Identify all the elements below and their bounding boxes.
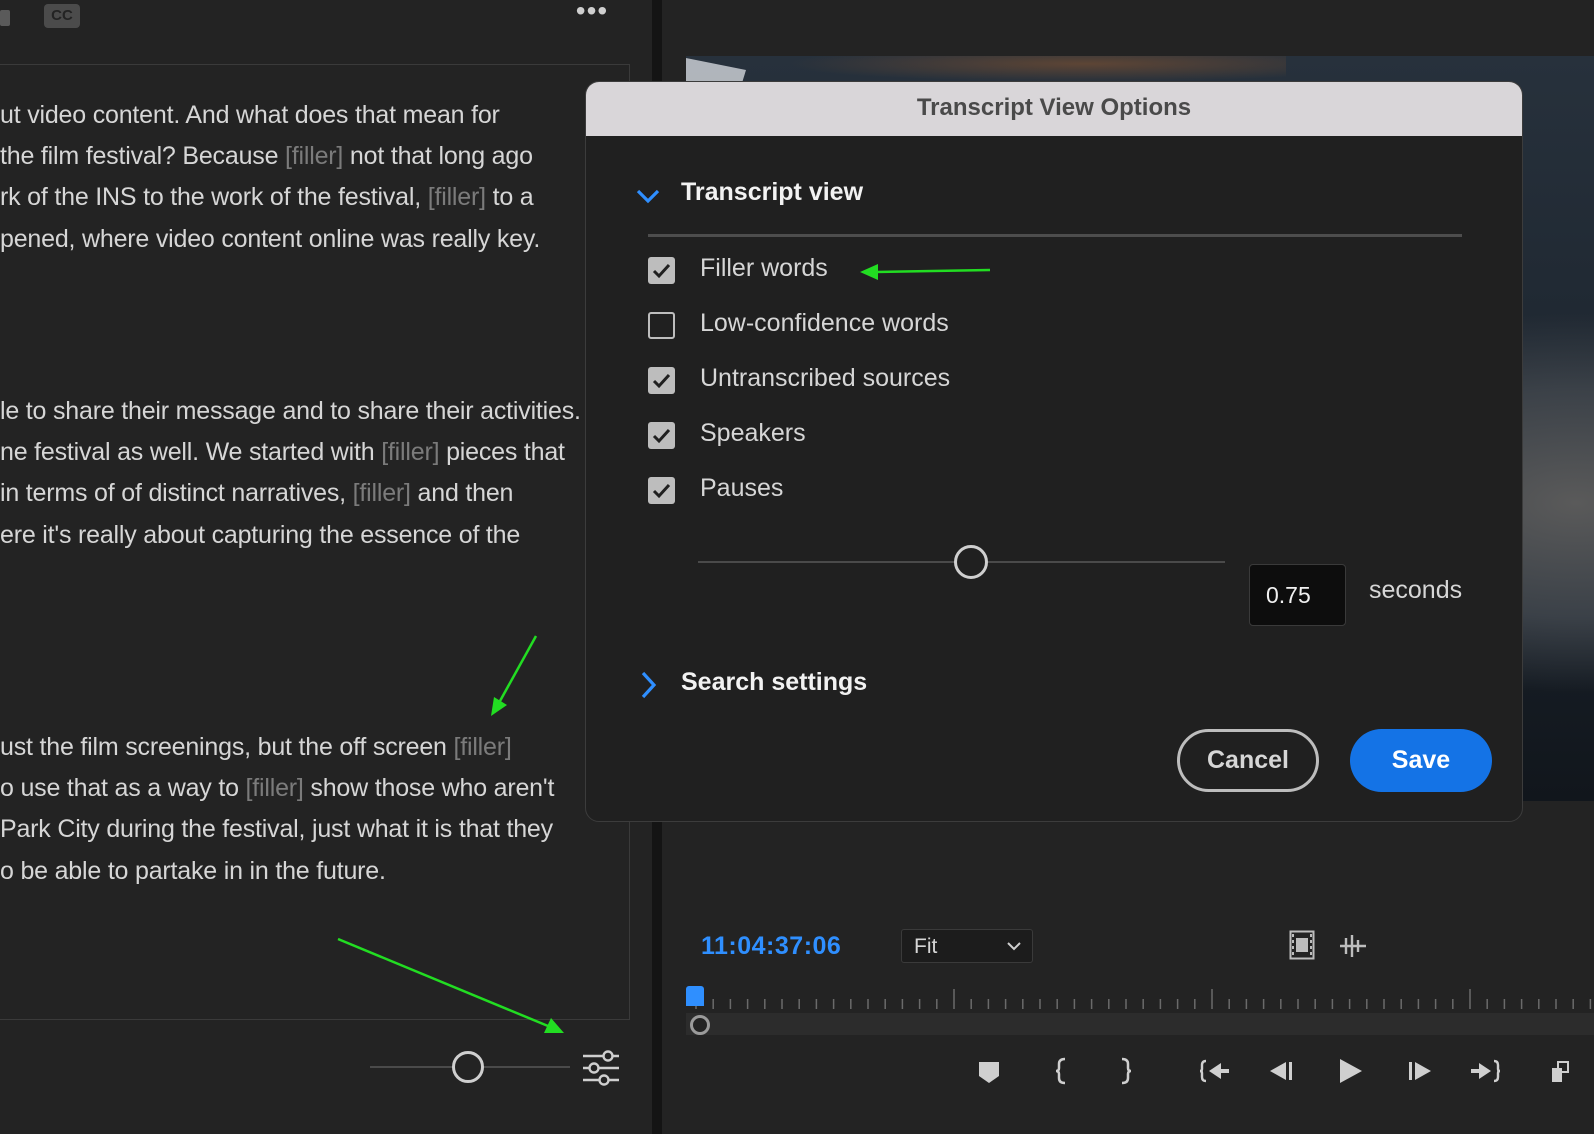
zoom-level-value: Fit	[914, 935, 938, 958]
transcript-line[interactable]: ere it's really about capturing the esse…	[0, 521, 520, 550]
option-row[interactable]: Untranscribed sources	[648, 364, 1068, 398]
toolbar-button-partial[interactable]	[0, 10, 10, 26]
checkbox-checked[interactable]	[648, 257, 675, 284]
pause-threshold-unit: seconds	[1369, 576, 1463, 604]
insert-icon[interactable]	[1548, 1054, 1594, 1088]
transcript-text: ut video content. And what does that mea…	[0, 101, 500, 129]
transcript-view-options-dialog: Transcript View Options Transcript view …	[585, 81, 1523, 822]
captions-icon[interactable]: CC	[44, 4, 80, 28]
playhead-marker[interactable]	[686, 986, 704, 1006]
transcript-view-options-button[interactable]	[580, 1048, 622, 1088]
transcript-text: in terms of of distinct narratives,	[0, 479, 353, 508]
transcript-text: ere it's really about capturing the esse…	[0, 520, 521, 549]
step-back-icon[interactable]	[1264, 1054, 1298, 1088]
option-label: Filler words	[700, 254, 828, 282]
video-highlight	[786, 56, 1286, 82]
play-icon[interactable]	[1332, 1054, 1366, 1088]
filler-word[interactable]: [filler]	[381, 438, 439, 466]
checkbox-checked[interactable]	[648, 422, 675, 449]
filmstrip-icon[interactable]	[1289, 930, 1315, 960]
cancel-button[interactable]: Cancel	[1177, 729, 1319, 792]
transcript-line[interactable]: Park City during the festival, just what…	[0, 815, 553, 844]
transcript-text-area[interactable]: ut video content. And what does that mea…	[0, 64, 630, 1020]
step-forward-icon[interactable]	[1403, 1054, 1437, 1088]
transcript-line[interactable]: in terms of of distinct narratives, [fil…	[0, 479, 513, 508]
transcript-line[interactable]: o use that as a way to [filler] show tho…	[0, 774, 554, 803]
transcript-text: Park City during the festival, just what…	[0, 815, 553, 844]
transcript-text: ust the film screenings, but the off scr…	[0, 733, 454, 761]
pause-threshold-input[interactable]: 0.75	[1249, 564, 1346, 626]
option-row[interactable]: Filler words	[648, 254, 1068, 288]
mark-in-icon[interactable]	[1045, 1054, 1079, 1088]
add-marker-icon[interactable]	[972, 1054, 1006, 1088]
sliders-icon	[583, 1050, 619, 1086]
pause-threshold-slider-knob[interactable]	[954, 545, 988, 579]
transcript-line[interactable]: rk of the INS to the work of the festiva…	[0, 183, 534, 212]
time-ruler[interactable]	[686, 985, 1594, 1013]
transcript-text: ne festival as well. We started with	[0, 438, 382, 467]
zoom-level-select[interactable]: Fit	[901, 929, 1033, 963]
transcript-view-section-header[interactable]: Transcript view	[681, 178, 863, 207]
mark-out-icon[interactable]	[1108, 1054, 1142, 1088]
checkbox-checked[interactable]	[648, 367, 675, 394]
checkmark-icon	[652, 263, 671, 279]
option-label: Pauses	[700, 474, 784, 502]
audio-waveform-icon[interactable]	[1337, 932, 1369, 960]
filler-word[interactable]: [filler]	[428, 183, 486, 211]
option-row[interactable]: Speakers	[648, 419, 1068, 453]
save-button[interactable]: Save	[1350, 729, 1492, 792]
scrub-bar-handle[interactable]	[690, 1015, 710, 1035]
transcript-panel: CC ••• ut video content. And what does t…	[0, 0, 652, 1134]
option-row[interactable]: Low-confidence words	[648, 309, 1068, 343]
scrub-bar[interactable]	[686, 1013, 1594, 1035]
transcript-line[interactable]: the film festival? Because [filler] not …	[0, 142, 533, 171]
chevron-down-icon[interactable]	[634, 184, 662, 208]
transcript-text: o use that as a way to	[0, 774, 246, 803]
transcript-line[interactable]: ust the film screenings, but the off scr…	[0, 733, 512, 762]
filler-word[interactable]: [filler]	[285, 142, 343, 170]
checkmark-icon	[652, 483, 671, 499]
transcript-text: le to share their message and to share t…	[0, 397, 581, 425]
option-label: Speakers	[700, 419, 806, 447]
transcript-text: and then	[410, 479, 514, 508]
playhead-timecode[interactable]: 11:04:37:06	[701, 932, 841, 961]
option-row[interactable]: Pauses	[648, 474, 1068, 508]
transcript-text: show those who aren't	[303, 774, 555, 803]
go-to-out-icon[interactable]	[1469, 1054, 1503, 1088]
section-divider	[648, 234, 1462, 237]
search-settings-section-header[interactable]: Search settings	[681, 668, 867, 697]
checkmark-icon	[652, 428, 671, 444]
checkmark-icon	[652, 373, 671, 389]
transcript-line[interactable]: ne festival as well. We started with [fi…	[0, 438, 565, 467]
dialog-title-bar[interactable]: Transcript View Options	[586, 82, 1522, 136]
more-options-button[interactable]: •••	[574, 0, 610, 28]
transcript-line[interactable]: o be able to partake in in the future.	[0, 857, 386, 886]
filler-word[interactable]: [filler]	[353, 479, 411, 507]
text-size-slider-knob[interactable]	[452, 1051, 484, 1083]
filler-word[interactable]: [filler]	[246, 774, 304, 802]
transcript-line[interactable]: pened, where video content online was re…	[0, 225, 540, 254]
transcript-text: not that long ago	[343, 142, 533, 171]
checkbox-unchecked[interactable]	[648, 312, 675, 339]
transcript-line[interactable]: ut video content. And what does that mea…	[0, 101, 500, 130]
chevron-down-icon	[1007, 942, 1021, 951]
transcript-toolbar: CC •••	[0, 0, 652, 40]
chevron-right-icon[interactable]	[638, 669, 658, 701]
filler-word[interactable]: [filler]	[453, 733, 511, 761]
option-label: Untranscribed sources	[700, 364, 951, 392]
transcript-text: pened, where video content online was re…	[0, 224, 541, 253]
go-to-in-icon[interactable]	[1197, 1054, 1231, 1088]
transcript-text: the film festival? Because	[0, 142, 286, 171]
transcript-text: rk of the INS to the work of the festiva…	[0, 183, 428, 212]
transcript-text: pieces that	[439, 438, 565, 467]
transcript-text: to a	[485, 183, 534, 212]
checkbox-checked[interactable]	[648, 477, 675, 504]
dialog-title: Transcript View Options	[916, 94, 1192, 121]
transcript-line[interactable]: le to share their message and to share t…	[0, 397, 581, 426]
transcript-text: o be able to partake in in the future.	[0, 856, 386, 885]
option-label: Low-confidence words	[700, 309, 949, 337]
